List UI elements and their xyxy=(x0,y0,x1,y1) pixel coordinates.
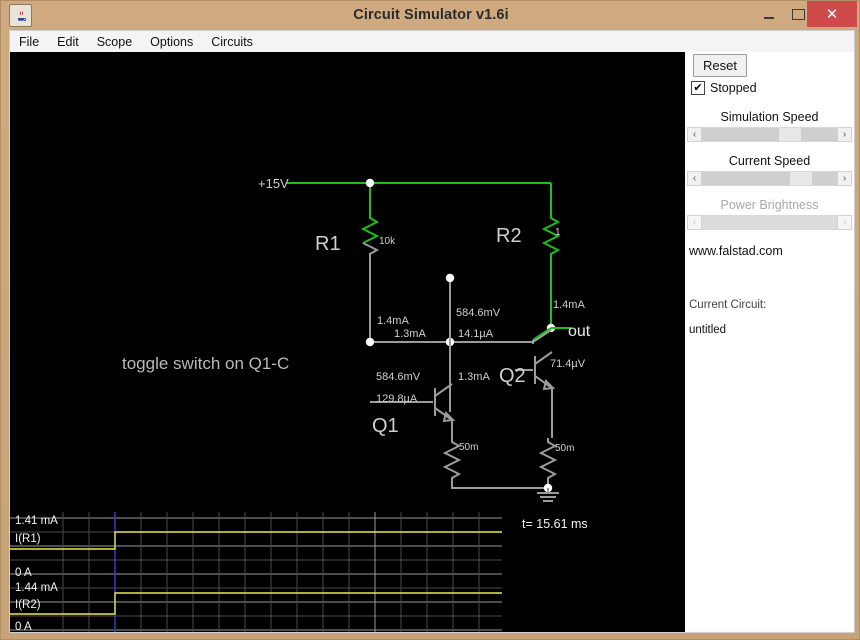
scope-label-ir2-max: 1.44 mA xyxy=(15,582,58,594)
scope-label-ir2-min: 0 A xyxy=(15,621,32,632)
menu-item-scope[interactable]: Scope xyxy=(88,31,141,53)
current-speed-slider[interactable]: ‹ › xyxy=(687,171,852,186)
app-window: Circuit Simulator v1.6i ✕ File Edit Scop… xyxy=(0,0,860,640)
power-brightness-group: Power Brightness ‹ › xyxy=(685,198,854,230)
circuit-canvas[interactable]: +15V R1 10k R2 1 out Q1 Q2 50m 50m toggl… xyxy=(10,52,685,504)
simulation-speed-slider[interactable]: ‹ › xyxy=(687,127,852,142)
stopped-label: Stopped xyxy=(710,81,757,95)
simulation-speed-group: Simulation Speed ‹ › xyxy=(685,110,854,142)
measurement-r2-current: 1.4mA xyxy=(553,299,585,311)
measurement-q2-base-current: 1.3mA xyxy=(458,371,490,383)
simulation-speed-label: Simulation Speed xyxy=(720,110,819,124)
power-brightness-slider: ‹ › xyxy=(687,215,852,230)
scope-label-ir1-name: I(R1) xyxy=(15,533,41,545)
measurement-q1-base-current: 129.8µA xyxy=(376,393,418,405)
minimize-button[interactable] xyxy=(756,1,782,27)
slider-thumb[interactable] xyxy=(778,128,801,141)
scope-panel[interactable]: 1.41 mA I(R1) 0 A 1.44 mA I(R2) 0 A t= 1… xyxy=(10,504,685,632)
current-circuit-value: untitled xyxy=(689,324,727,336)
stopped-checkbox[interactable]: ✔ xyxy=(691,81,705,95)
menu-item-file[interactable]: File xyxy=(10,31,48,53)
node-switch-terminal xyxy=(445,273,455,283)
node-q1-collector xyxy=(365,337,375,347)
chevron-left-icon: ‹ xyxy=(687,215,702,230)
scope-label-ir1-min: 0 A xyxy=(15,567,32,579)
label-q1: Q1 xyxy=(372,415,399,437)
label-r2-value: 1 xyxy=(555,227,561,238)
label-re2-value: 50m xyxy=(555,443,574,454)
chevron-right-icon[interactable]: › xyxy=(837,127,852,142)
slider-track xyxy=(702,215,837,230)
menu-item-edit[interactable]: Edit xyxy=(48,31,88,53)
chevron-right-icon[interactable]: › xyxy=(837,171,852,186)
label-r1-value: 10k xyxy=(379,236,396,247)
measurement-r1-current: 1.4mA xyxy=(377,315,409,327)
menu-bar: File Edit Scope Options Circuits xyxy=(9,30,855,53)
reset-button[interactable]: Reset xyxy=(693,54,747,77)
slider-track[interactable] xyxy=(702,127,837,142)
stopped-checkbox-row[interactable]: ✔ Stopped xyxy=(691,81,757,95)
label-q2: Q2 xyxy=(499,365,526,387)
minimize-icon xyxy=(764,16,774,19)
menu-item-options[interactable]: Options xyxy=(141,31,202,53)
check-icon: ✔ xyxy=(693,81,703,94)
measurement-switch-current: 14.1µA xyxy=(458,328,494,340)
label-r2: R2 xyxy=(496,225,522,247)
measurement-switch-voltage: 584.6mV xyxy=(456,307,501,319)
scope-label-ir2-name: I(R2) xyxy=(15,599,41,611)
current-circuit-label: Current Circuit: xyxy=(689,299,767,311)
chevron-left-icon[interactable]: ‹ xyxy=(687,171,702,186)
label-re1-value: 50m xyxy=(459,442,478,453)
scope-label-ir1-max: 1.41 mA xyxy=(15,515,58,527)
slider-track[interactable] xyxy=(702,171,837,186)
current-speed-label: Current Speed xyxy=(728,154,811,168)
measurement-q2-emitter-voltage: 71.4µV xyxy=(550,358,586,370)
slider-thumb[interactable] xyxy=(789,172,812,185)
window-title: Circuit Simulator v1.6i xyxy=(353,7,509,23)
close-button[interactable]: ✕ xyxy=(807,1,857,27)
menu-item-circuits[interactable]: Circuits xyxy=(202,31,262,53)
main-content: +15V R1 10k R2 1 out Q1 Q2 50m 50m toggl… xyxy=(9,52,855,633)
node-supply xyxy=(365,178,375,188)
control-panel: Reset ✔ Stopped Simulation Speed ‹ › Cur… xyxy=(685,52,854,632)
chevron-right-icon: › xyxy=(837,215,852,230)
title-bar[interactable]: Circuit Simulator v1.6i ✕ xyxy=(1,1,860,29)
close-icon: ✕ xyxy=(825,6,839,23)
slider-thumb xyxy=(769,216,792,229)
label-note: toggle switch on Q1-C xyxy=(122,354,289,373)
label-out: out xyxy=(568,323,591,340)
chevron-left-icon[interactable]: ‹ xyxy=(687,127,702,142)
maximize-icon xyxy=(791,8,805,20)
label-r1: R1 xyxy=(315,233,341,255)
label-supply: +15V xyxy=(258,176,289,191)
current-speed-group: Current Speed ‹ › xyxy=(685,154,854,186)
power-brightness-label: Power Brightness xyxy=(720,198,819,212)
measurement-q1-collector-current: 1.3mA xyxy=(394,328,426,340)
scope-time-readout: t= 15.61 ms xyxy=(522,517,588,531)
measurement-q1-base-voltage: 584.6mV xyxy=(376,371,421,383)
website-link[interactable]: www.falstad.com xyxy=(689,244,783,258)
